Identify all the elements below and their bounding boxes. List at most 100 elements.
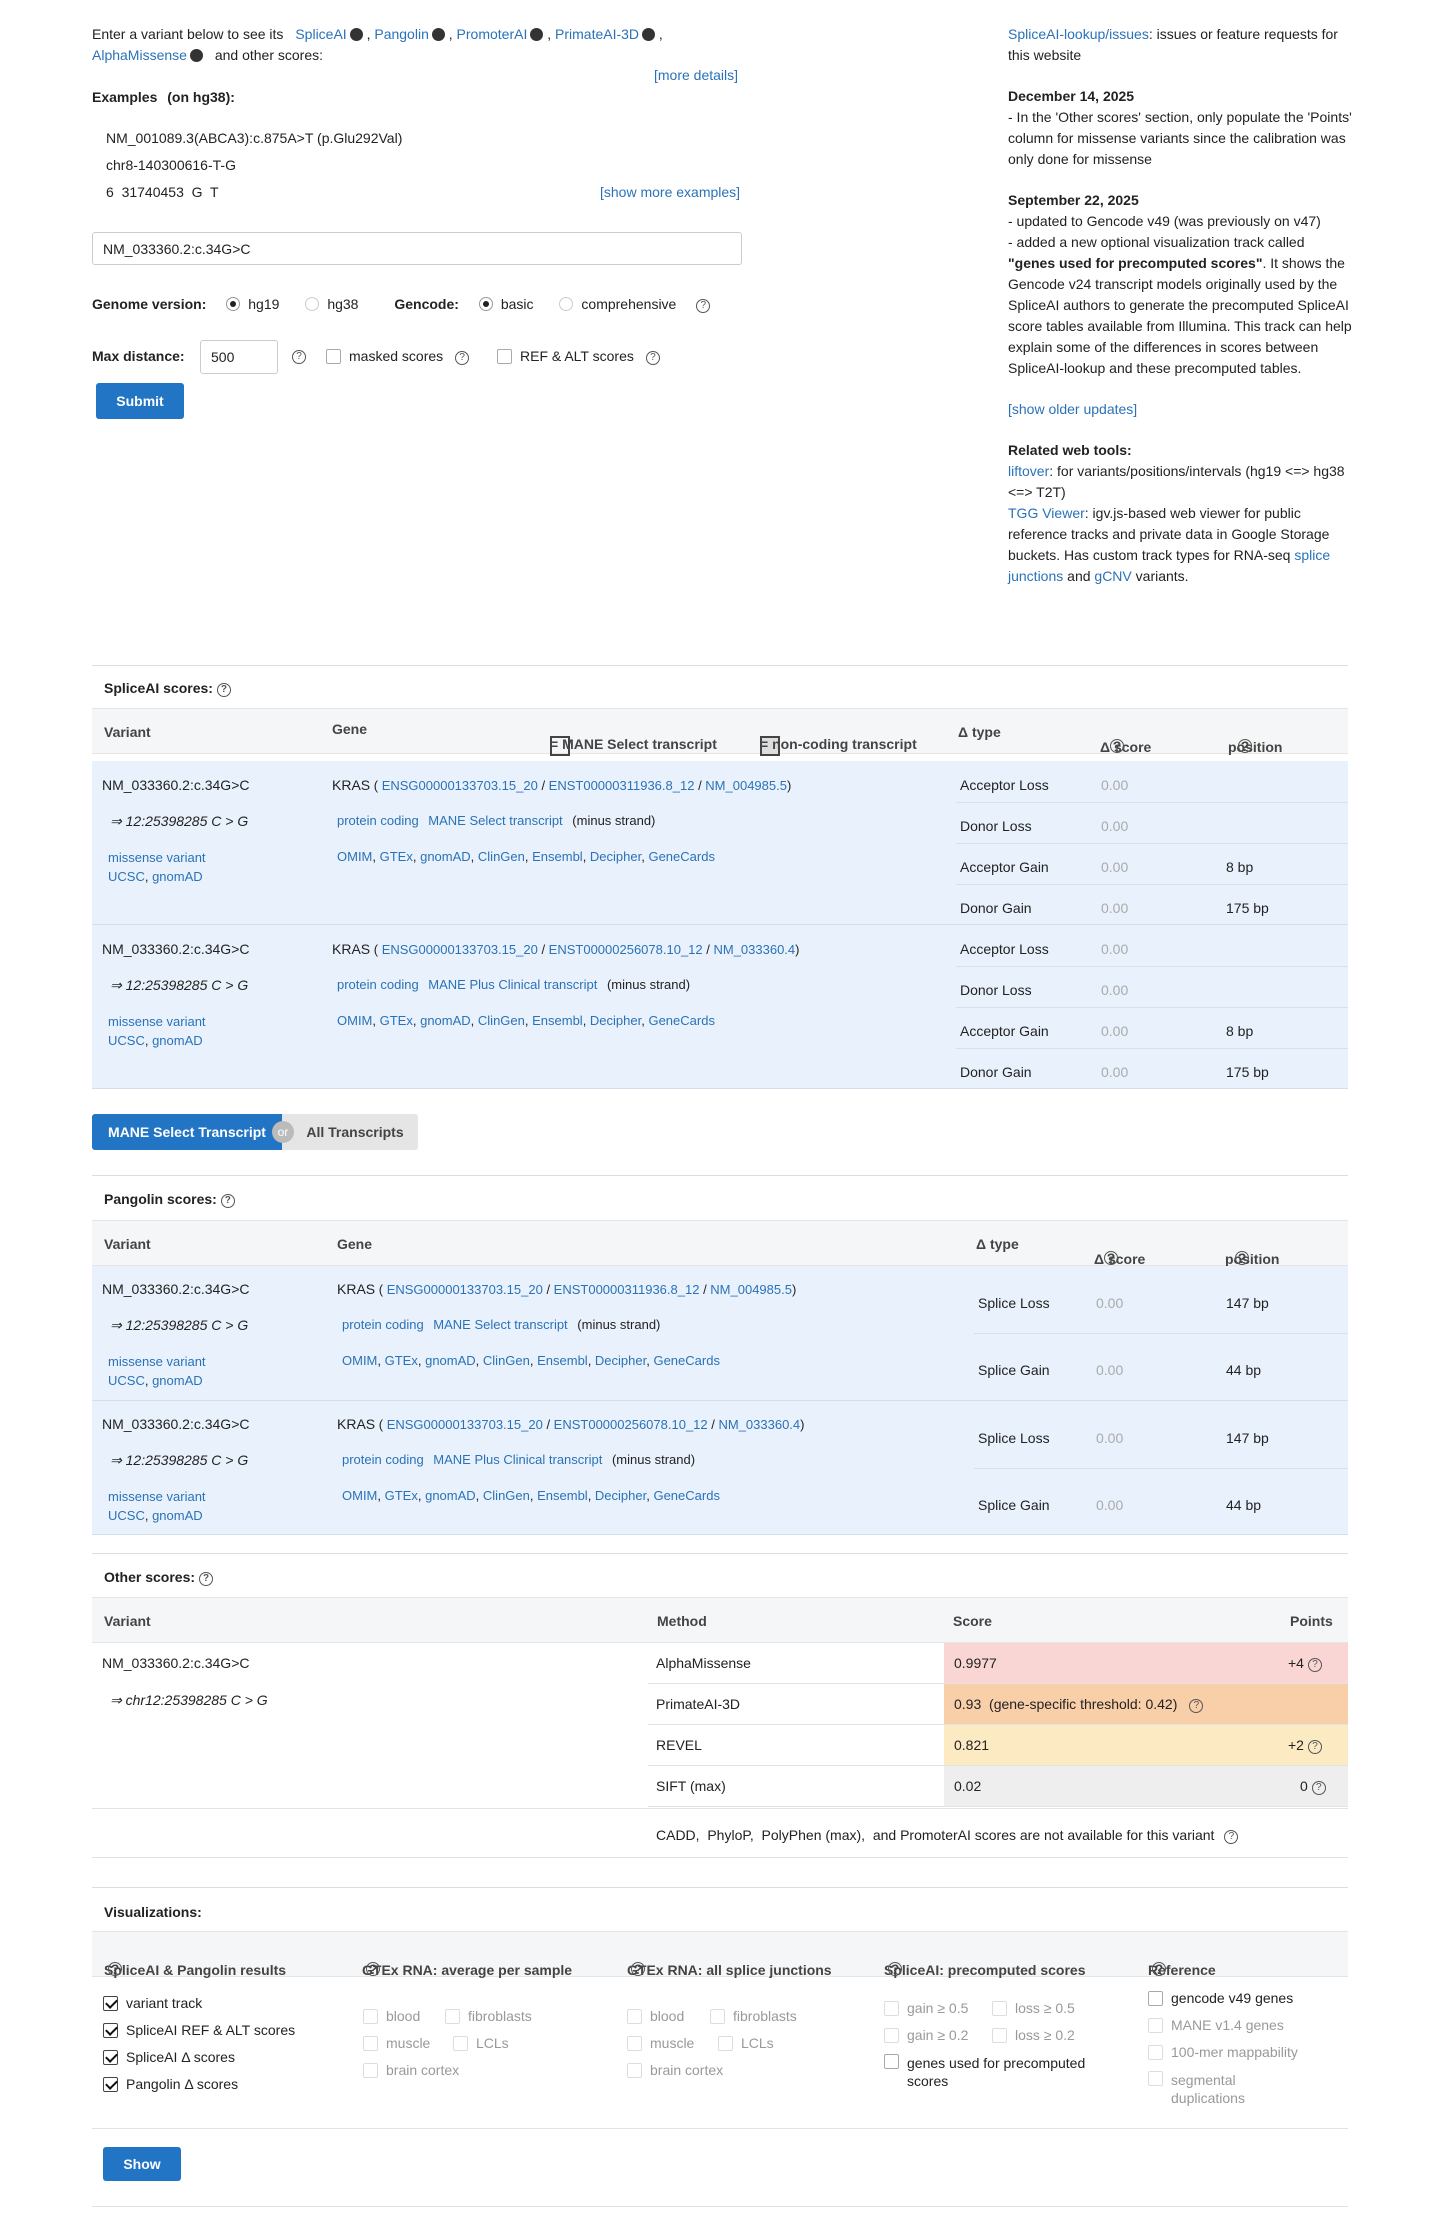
gtex-junc-lcls-checkbox[interactable]: LCLs <box>718 2035 774 2051</box>
spliceai-delta-checkbox[interactable]: SpliceAI Δ scores <box>103 2049 235 2065</box>
gnomad-link[interactable]: gnomAD <box>152 1373 203 1388</box>
omim-link[interactable]: OMIM <box>342 1488 377 1503</box>
transcript-tag-link[interactable]: MANE Select transcript <box>433 1317 567 1332</box>
help-icon[interactable]: ? <box>1307 1658 1322 1672</box>
gtex-avg-muscle-checkbox[interactable]: muscle <box>363 2035 430 2051</box>
gtex-avg-brain-cortex-checkbox[interactable]: brain cortex <box>363 2062 459 2078</box>
help-icon[interactable]: ? <box>1238 739 1252 753</box>
genes-used-precomputed-checkbox[interactable]: genes used for precomputed scores <box>884 2054 1104 2090</box>
gcnv-link[interactable]: gCNV <box>1094 568 1131 584</box>
example-item[interactable]: 6 31740453 G T <box>106 184 219 200</box>
gtex-link[interactable]: GTEx <box>380 849 413 864</box>
gnomad-gene-link[interactable]: gnomAD <box>425 1353 476 1368</box>
gain-02-checkbox[interactable]: gain ≥ 0.2 <box>884 2027 968 2043</box>
gnomad-gene-link[interactable]: gnomAD <box>425 1488 476 1503</box>
gtex-avg-fibroblasts-checkbox[interactable]: fibroblasts <box>445 2008 532 2024</box>
ensembl-link[interactable]: Ensembl <box>532 1013 583 1028</box>
clingen-link[interactable]: ClinGen <box>483 1488 530 1503</box>
example-item[interactable]: NM_001089.3(ABCA3):c.875A>T (p.Glu292Val… <box>106 130 402 146</box>
ucsc-link[interactable]: UCSC <box>108 1508 145 1523</box>
gnomad-link[interactable]: gnomAD <box>152 1508 203 1523</box>
enst-link[interactable]: ENST00000311936.8_12 <box>554 1282 700 1297</box>
spliceai-ref-alt-checkbox[interactable]: SpliceAI REF & ALT scores <box>103 2022 295 2038</box>
help-icon[interactable]: ? <box>216 683 231 697</box>
help-icon[interactable]: ? <box>1189 1699 1204 1713</box>
mappability-checkbox[interactable]: 100-mer mappability <box>1148 2044 1298 2060</box>
enst-link[interactable]: ENST00000311936.8_12 <box>549 778 695 793</box>
clingen-link[interactable]: ClinGen <box>478 849 525 864</box>
issues-link[interactable]: SpliceAI-lookup/issues <box>1008 26 1149 42</box>
help-icon[interactable]: ? <box>1307 1740 1322 1754</box>
pangolin-link[interactable]: Pangolin <box>374 26 429 42</box>
help-icon[interactable]: ? <box>1110 739 1124 753</box>
clingen-link[interactable]: ClinGen <box>483 1353 530 1368</box>
ucsc-link[interactable]: UCSC <box>108 1373 145 1388</box>
gtex-link[interactable]: GTEx <box>385 1488 418 1503</box>
transcript-tag-link[interactable]: MANE Plus Clinical transcript <box>433 1452 602 1467</box>
ensg-link[interactable]: ENSG00000133703.15_20 <box>387 1417 543 1432</box>
biotype-link[interactable]: protein coding <box>337 813 419 828</box>
enst-link[interactable]: ENST00000256078.10_12 <box>554 1417 708 1432</box>
consequence-link[interactable]: missense variant <box>108 1354 206 1369</box>
gain-05-checkbox[interactable]: gain ≥ 0.5 <box>884 2000 968 2016</box>
show-button[interactable]: Show <box>103 2147 181 2181</box>
variant-input[interactable]: NM_033360.2:c.34G>C <box>92 232 742 265</box>
decipher-link[interactable]: Decipher <box>595 1488 646 1503</box>
mane-genes-checkbox[interactable]: MANE v1.4 genes <box>1148 2017 1284 2033</box>
gnomad-link[interactable]: gnomAD <box>152 1033 203 1048</box>
ref-alt-scores-checkbox[interactable]: REF & ALT scores? <box>497 348 660 365</box>
biotype-link[interactable]: protein coding <box>342 1317 424 1332</box>
radio-hg19[interactable]: hg19 <box>226 296 279 312</box>
tgg-viewer-link[interactable]: TGG Viewer <box>1008 505 1085 521</box>
help-icon[interactable]: ? <box>292 350 306 364</box>
ensembl-link[interactable]: Ensembl <box>532 849 583 864</box>
gencode-genes-checkbox[interactable]: gencode v49 genes <box>1148 1990 1293 2006</box>
genecards-link[interactable]: GeneCards <box>648 1013 714 1028</box>
variant-track-checkbox[interactable]: variant track <box>103 1995 202 2011</box>
consequence-link[interactable]: missense variant <box>108 1014 206 1029</box>
refseq-link[interactable]: NM_033360.4 <box>713 942 795 957</box>
all-transcripts-toggle[interactable]: All Transcripts <box>282 1114 418 1150</box>
consequence-link[interactable]: missense variant <box>108 1489 206 1504</box>
radio-comprehensive[interactable]: comprehensive <box>559 296 676 312</box>
submit-button[interactable]: Submit <box>96 383 184 419</box>
ensembl-link[interactable]: Ensembl <box>537 1488 588 1503</box>
gtex-link[interactable]: GTEx <box>385 1353 418 1368</box>
enst-link[interactable]: ENST00000256078.10_12 <box>549 942 703 957</box>
biotype-link[interactable]: protein coding <box>342 1452 424 1467</box>
primateai-link[interactable]: PrimateAI-3D <box>555 26 639 42</box>
gtex-junc-brain-cortex-checkbox[interactable]: brain cortex <box>627 2062 723 2078</box>
pangolin-delta-checkbox[interactable]: Pangolin Δ scores <box>103 2076 238 2092</box>
ucsc-link[interactable]: UCSC <box>108 869 145 884</box>
clingen-link[interactable]: ClinGen <box>478 1013 525 1028</box>
radio-basic[interactable]: basic <box>478 296 534 312</box>
ensg-link[interactable]: ENSG00000133703.15_20 <box>382 778 538 793</box>
loss-02-checkbox[interactable]: loss ≥ 0.2 <box>992 2027 1075 2043</box>
help-icon[interactable]: ? <box>455 351 470 365</box>
biotype-link[interactable]: protein coding <box>337 977 419 992</box>
show-older-updates-link[interactable]: [show older updates] <box>1008 401 1137 417</box>
help-icon[interactable]: ? <box>645 351 660 365</box>
help-icon[interactable]: ? <box>1311 1781 1326 1795</box>
omim-link[interactable]: OMIM <box>337 849 372 864</box>
help-icon[interactable]: ? <box>1104 1251 1118 1265</box>
github-icon[interactable] <box>189 49 203 62</box>
loss-05-checkbox[interactable]: loss ≥ 0.5 <box>992 2000 1075 2016</box>
gnomad-link[interactable]: gnomAD <box>152 869 203 884</box>
help-icon[interactable]: ? <box>631 1962 645 1976</box>
github-icon[interactable] <box>642 28 656 41</box>
decipher-link[interactable]: Decipher <box>590 849 641 864</box>
help-icon[interactable]: ? <box>888 1962 902 1976</box>
spliceai-link[interactable]: SpliceAI <box>295 26 346 42</box>
masked-scores-checkbox[interactable]: masked scores? <box>326 348 470 365</box>
gtex-link[interactable]: GTEx <box>380 1013 413 1028</box>
show-more-examples-link[interactable]: [show more examples] <box>600 184 740 200</box>
omim-link[interactable]: OMIM <box>342 1353 377 1368</box>
ensg-link[interactable]: ENSG00000133703.15_20 <box>382 942 538 957</box>
radio-hg38[interactable]: hg38 <box>305 296 358 312</box>
more-details-link[interactable]: [more details] <box>654 67 738 83</box>
github-icon[interactable] <box>349 28 363 41</box>
gnomad-gene-link[interactable]: gnomAD <box>420 1013 471 1028</box>
help-icon[interactable]: ? <box>199 1572 214 1586</box>
github-icon[interactable] <box>530 28 544 41</box>
